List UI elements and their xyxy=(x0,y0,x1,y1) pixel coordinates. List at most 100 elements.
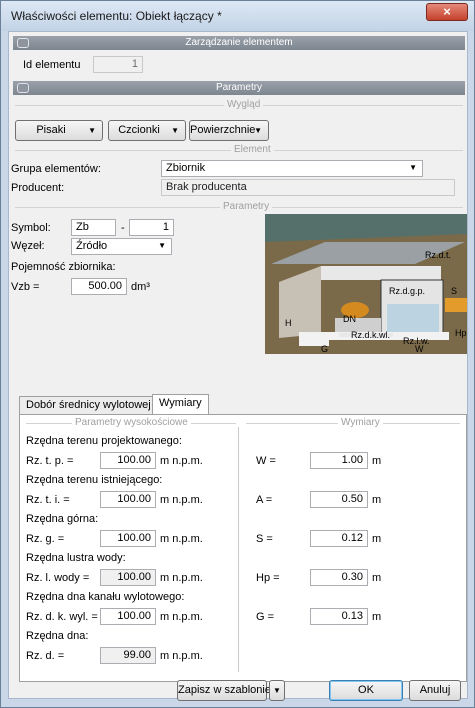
heights-group-title: Parametry wysokościowe xyxy=(72,417,191,428)
g-input[interactable]: 0.13 xyxy=(310,608,368,625)
element-id-label: Id elementu xyxy=(23,59,81,71)
section-management-header[interactable]: Zarządzanie elementem xyxy=(13,36,465,50)
tab-outlet-diameter[interactable]: Dobór średnicy wylotowej xyxy=(19,396,158,415)
height-row-unit: m n.p.m. xyxy=(160,494,203,506)
height-row-title: Rzędna terenu istniejącego: xyxy=(26,474,163,486)
height-row-unit: m n.p.m. xyxy=(160,650,203,662)
producer-field: Brak producenta xyxy=(161,179,455,196)
outlet-pipe xyxy=(445,298,467,312)
rzti-input[interactable]: 100.00 xyxy=(100,491,156,508)
symbol-number-input[interactable]: 1 xyxy=(129,219,174,236)
collapse-icon[interactable] xyxy=(17,38,29,48)
label-rzdgp: Rz.d.g.p. xyxy=(389,286,425,296)
label-dn: DN xyxy=(343,314,356,324)
dim-row-label: Hp = xyxy=(256,572,280,584)
dropdown-arrow-icon: ▼ xyxy=(273,686,281,695)
dropdown-arrow-icon: ▼ xyxy=(409,163,417,172)
dim-row-unit: m xyxy=(372,611,382,623)
dimensions-tab-panel: Parametry wysokościowe Rzędna terenu pro… xyxy=(19,414,467,682)
height-row-label: Rz. d. k. wyl. = xyxy=(26,611,98,623)
height-row-title: Rzędna górna: xyxy=(26,513,99,525)
a-input[interactable]: 0.50 xyxy=(310,491,368,508)
label-h: H xyxy=(285,318,292,328)
label-hp: Hp xyxy=(455,328,467,338)
appearance-group-title: Wygląd xyxy=(224,99,264,110)
surfaces-button[interactable]: Powierzchnie ▼ xyxy=(189,120,269,141)
height-row-unit: m n.p.m. xyxy=(160,572,203,584)
node-select[interactable]: Źródło ▼ xyxy=(71,238,172,255)
tank-diagram: Rz.d.t. Rz.d.g.p. DN Rz.d.k.wl. Rz.l.w. … xyxy=(265,214,467,354)
height-row-label: Rz. g. = xyxy=(26,533,65,545)
rztp-input[interactable]: 100.00 xyxy=(100,452,156,469)
symbol-label: Symbol: xyxy=(11,222,51,234)
cancel-button[interactable]: Anuluj xyxy=(409,680,461,701)
collapse-icon[interactable] xyxy=(17,83,29,93)
vzb-input[interactable]: 500.00 xyxy=(71,278,127,295)
pens-button[interactable]: Pisaki ▼ xyxy=(15,120,103,141)
rzdkwyl-input[interactable]: 100.00 xyxy=(100,608,156,625)
s-input[interactable]: 0.12 xyxy=(310,530,368,547)
symbol-input[interactable]: Zb xyxy=(71,219,116,236)
dropdown-arrow-icon: ▼ xyxy=(254,126,262,135)
pens-label: Pisaki xyxy=(36,124,66,136)
dim-row-label: A = xyxy=(256,494,273,506)
node-label: Węzeł: xyxy=(11,240,45,252)
dropdown-arrow-icon: ▼ xyxy=(88,126,96,135)
label-rzdkwl: Rz.d.k.wl. xyxy=(351,330,390,340)
surfaces-label: Powierzchnie xyxy=(190,124,256,136)
tab-dimensions[interactable]: Wymiary xyxy=(152,394,209,415)
dim-row-label: G = xyxy=(256,611,275,623)
label-w: W xyxy=(415,344,424,354)
window-title: Właściwości elementu: Obiekt łączący * xyxy=(11,9,222,23)
close-button[interactable]: × xyxy=(426,3,468,21)
height-row-title: Rzędna dna: xyxy=(26,630,89,642)
dims-group-title: Wymiary xyxy=(338,417,383,428)
height-row-title: Rzędna terenu projektowanego: xyxy=(26,435,182,447)
label-s: S xyxy=(451,286,457,296)
title-bar[interactable]: Właściwości elementu: Obiekt łączący * × xyxy=(1,1,474,31)
vzb-unit: dm³ xyxy=(131,281,150,293)
dim-row-label: S = xyxy=(256,533,273,545)
section-parameters-header[interactable]: Parametry xyxy=(13,81,465,95)
rzd-input: 99.00 xyxy=(100,647,156,664)
dim-row-unit: m xyxy=(372,572,382,584)
height-row-unit: m n.p.m. xyxy=(160,533,203,545)
height-row-label: Rz. d. = xyxy=(26,650,65,662)
fonts-button[interactable]: Czcionki ▼ xyxy=(108,120,186,141)
section-management-title: Zarządzanie elementem xyxy=(185,37,293,48)
panel-divider xyxy=(238,427,239,672)
fonts-label: Czcionki xyxy=(118,124,160,136)
ok-button[interactable]: OK xyxy=(329,680,403,701)
label-g: G xyxy=(321,344,328,354)
height-row-label: Rz. l. wody = xyxy=(26,572,90,584)
element-group-title: Element xyxy=(231,144,274,155)
node-value: Źródło xyxy=(76,240,108,252)
section-parameters-title: Parametry xyxy=(215,82,263,93)
height-row-label: Rz. t. i. = xyxy=(26,494,70,506)
height-row-unit: m n.p.m. xyxy=(160,455,203,467)
symbol-separator: - xyxy=(121,222,125,234)
height-row-title: Rzędna lustra wody: xyxy=(26,552,126,564)
height-row-unit: m n.p.m. xyxy=(160,611,203,623)
dim-row-unit: m xyxy=(372,455,382,467)
w-input[interactable]: 1.00 xyxy=(310,452,368,469)
dim-row-label: W = xyxy=(256,455,276,467)
element-group-select[interactable]: Zbiornik ▼ xyxy=(161,160,423,177)
rzg-input[interactable]: 100.00 xyxy=(100,530,156,547)
hp-input[interactable]: 0.30 xyxy=(310,569,368,586)
capacity-label: Pojemność zbiornika: xyxy=(11,261,116,273)
dim-row-unit: m xyxy=(372,494,382,506)
height-row-title: Rzędna dna kanału wylotowego: xyxy=(26,591,185,603)
water xyxy=(387,304,439,334)
dropdown-arrow-icon: ▼ xyxy=(158,241,166,250)
label-rzdt: Rz.d.t. xyxy=(425,250,451,260)
height-row-label: Rz. t. p. = xyxy=(26,455,74,467)
dropdown-arrow-icon: ▼ xyxy=(171,126,179,135)
save-template-dropdown[interactable]: ▼ xyxy=(269,680,285,701)
properties-window: Właściwości elementu: Obiekt łączący * ×… xyxy=(0,0,475,708)
dim-row-unit: m xyxy=(372,533,382,545)
save-template-button[interactable]: Zapisz w szablonie xyxy=(177,680,271,701)
producer-label: Producent: xyxy=(11,182,65,194)
element-group-label: Grupa elementów: xyxy=(11,163,101,175)
element-group-value: Zbiornik xyxy=(166,162,206,174)
